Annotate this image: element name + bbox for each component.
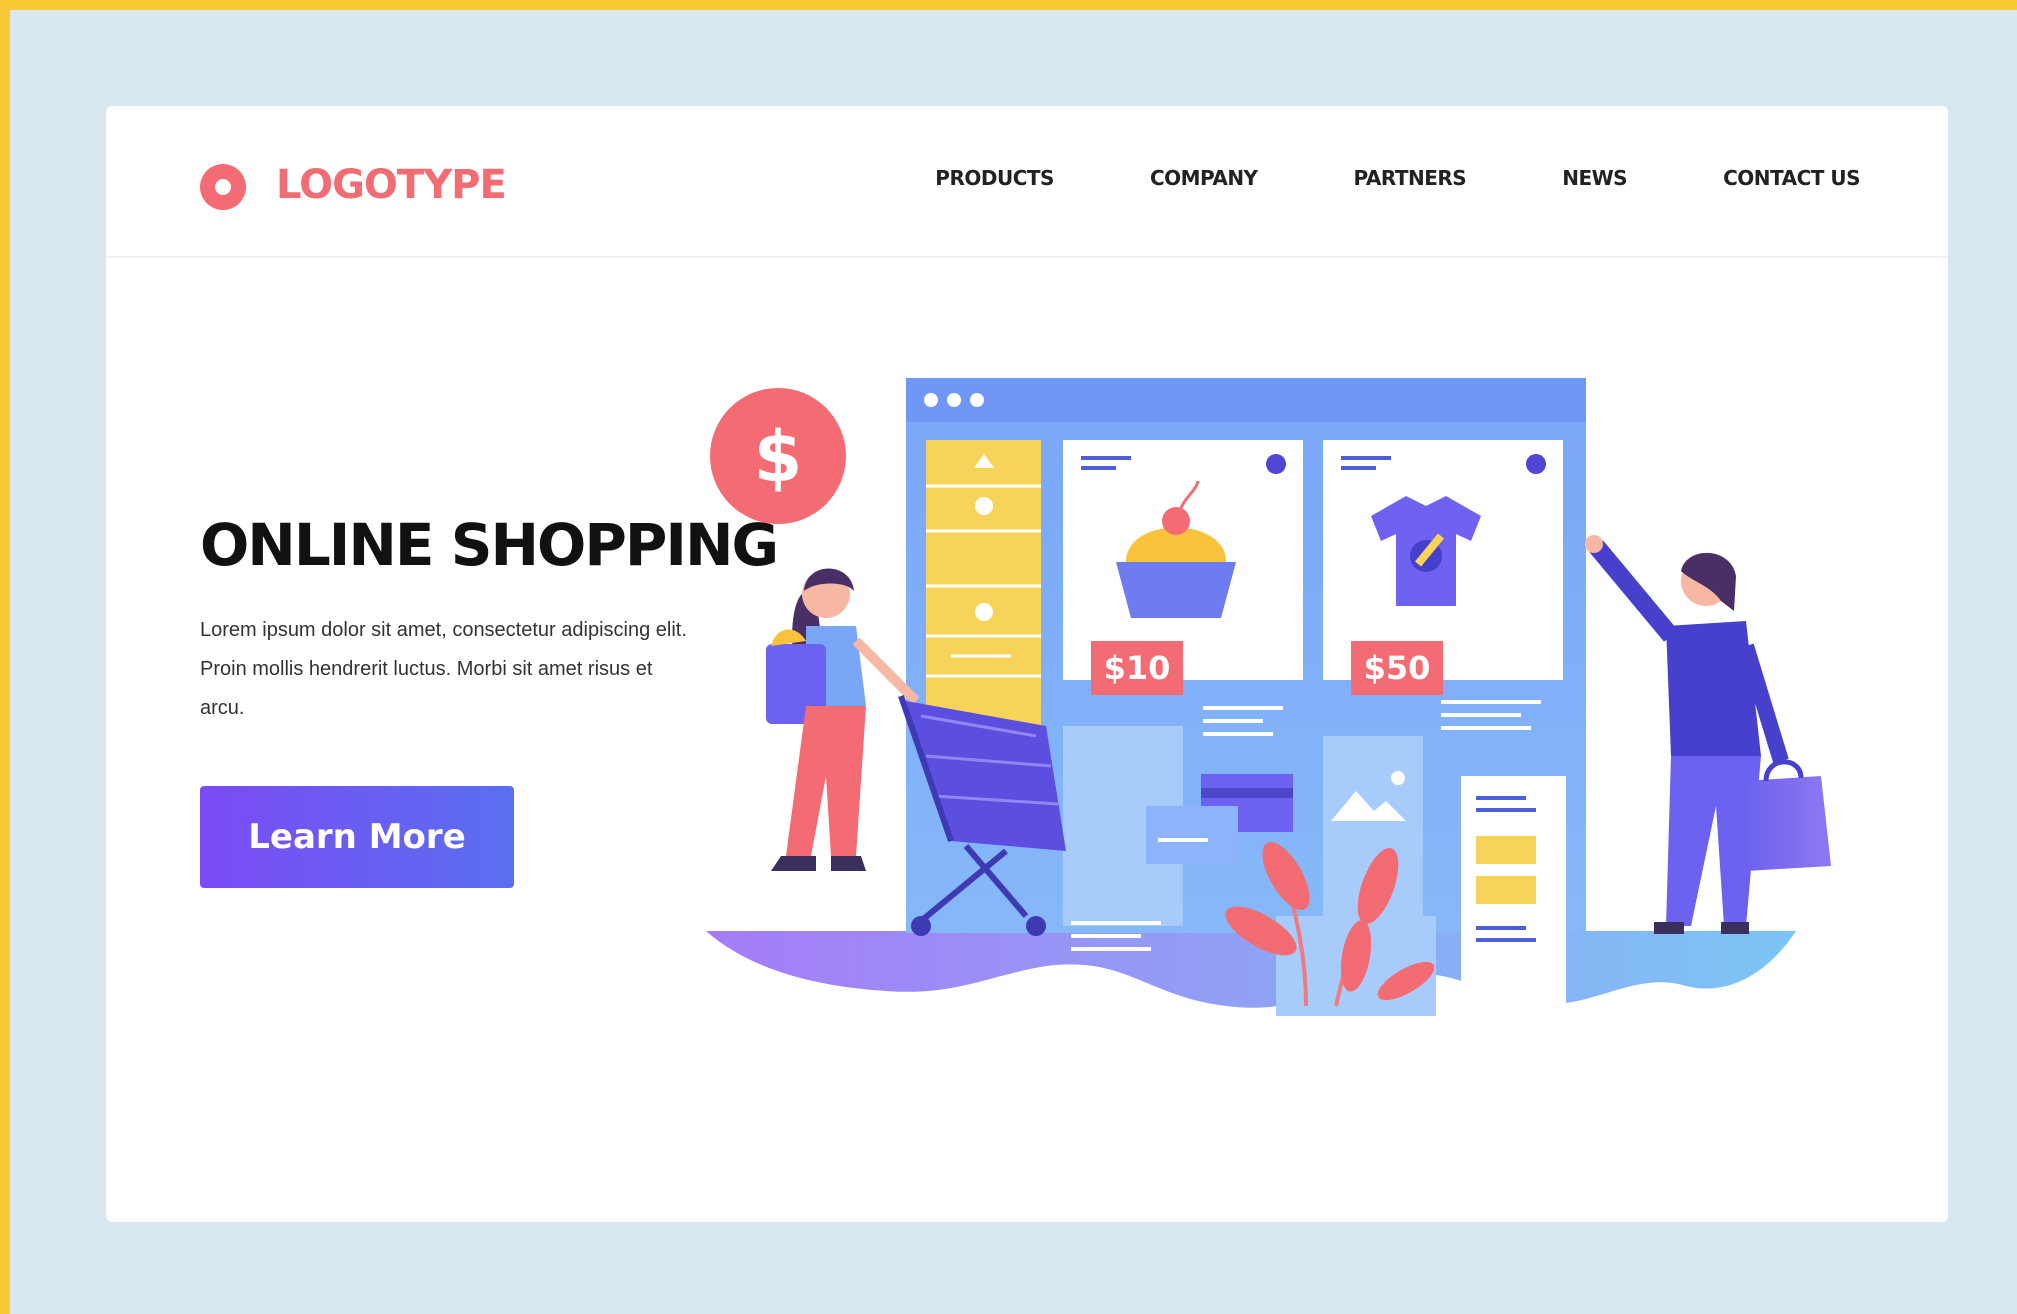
nav-news[interactable]: NEWS	[1562, 166, 1627, 190]
hero-description: Lorem ipsum dolor sit amet, consectetur …	[200, 619, 687, 719]
nav-partners[interactable]: PARTNERS	[1354, 166, 1467, 190]
nav-products[interactable]: PRODUCTS	[935, 166, 1054, 190]
logo-icon[interactable]	[200, 164, 246, 210]
frame-top-border	[0, 0, 2017, 10]
frame-left-border	[0, 0, 10, 1314]
online-shopping-illustration: $10 $50 $	[706, 378, 1831, 1056]
dollar-symbol: $	[754, 416, 803, 498]
hero-title: ONLINE SHOPPING	[200, 511, 779, 579]
learn-more-button[interactable]: Learn More	[200, 786, 514, 888]
price-tag-50-label: $50	[1364, 649, 1431, 687]
site-header: LOGOTYPE PRODUCTS COMPANY PARTNERS NEWS …	[106, 106, 1948, 258]
man-with-shopping-bag	[1585, 535, 1831, 934]
nav-company[interactable]: COMPANY	[1150, 166, 1258, 190]
landing-page-card: LOGOTYPE PRODUCTS COMPANY PARTNERS NEWS …	[106, 106, 1948, 1222]
dollar-coin-icon: $	[710, 388, 846, 524]
price-tag-10-label: $10	[1104, 649, 1171, 687]
main-nav: PRODUCTS COMPANY PARTNERS NEWS CONTACT U…	[935, 166, 1860, 190]
logo-text[interactable]: LOGOTYPE	[276, 162, 507, 208]
nav-contact-us[interactable]: CONTACT US	[1723, 166, 1860, 190]
